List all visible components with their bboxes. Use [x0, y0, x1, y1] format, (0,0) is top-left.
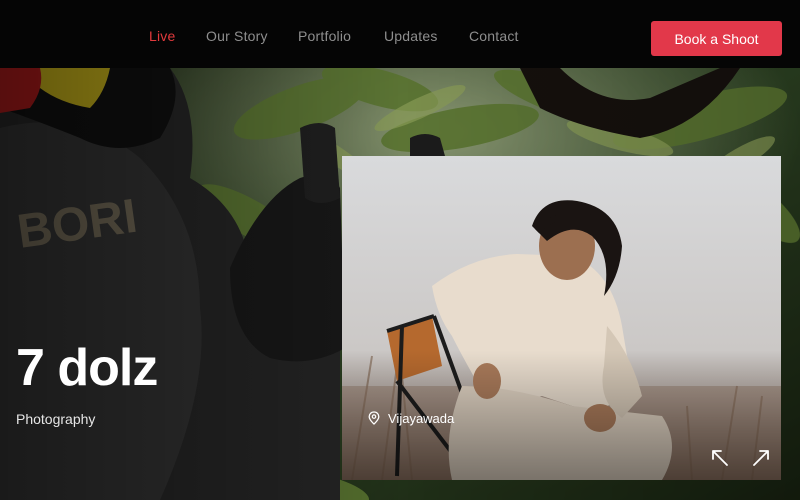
book-a-shoot-button[interactable]: Book a Shoot — [651, 21, 782, 56]
map-pin-icon — [368, 411, 380, 426]
hero-title: 7 dolz — [16, 339, 158, 397]
nav-item-live[interactable]: Live — [149, 28, 175, 44]
nav-item-updates[interactable]: Updates — [384, 28, 438, 44]
nav-item-portfolio[interactable]: Portfolio — [298, 28, 351, 44]
photo-location: Vijayawada — [368, 411, 454, 426]
nav-item-our-story[interactable]: Our Story — [206, 28, 268, 44]
main-nav: Live Our Story Portfolio Updates Contact — [0, 0, 640, 68]
arrow-up-left-icon[interactable] — [710, 448, 730, 468]
photo-location-label: Vijayawada — [388, 411, 455, 426]
arrow-up-right-icon[interactable] — [751, 448, 771, 468]
nav-item-contact[interactable]: Contact — [469, 28, 519, 44]
featured-portrait-image — [342, 156, 781, 480]
featured-photo-card[interactable]: Vijayawada — [342, 156, 781, 480]
hero-subtitle: Photography — [16, 411, 96, 427]
top-navigation-bar: Live Our Story Portfolio Updates Contact… — [0, 0, 800, 68]
